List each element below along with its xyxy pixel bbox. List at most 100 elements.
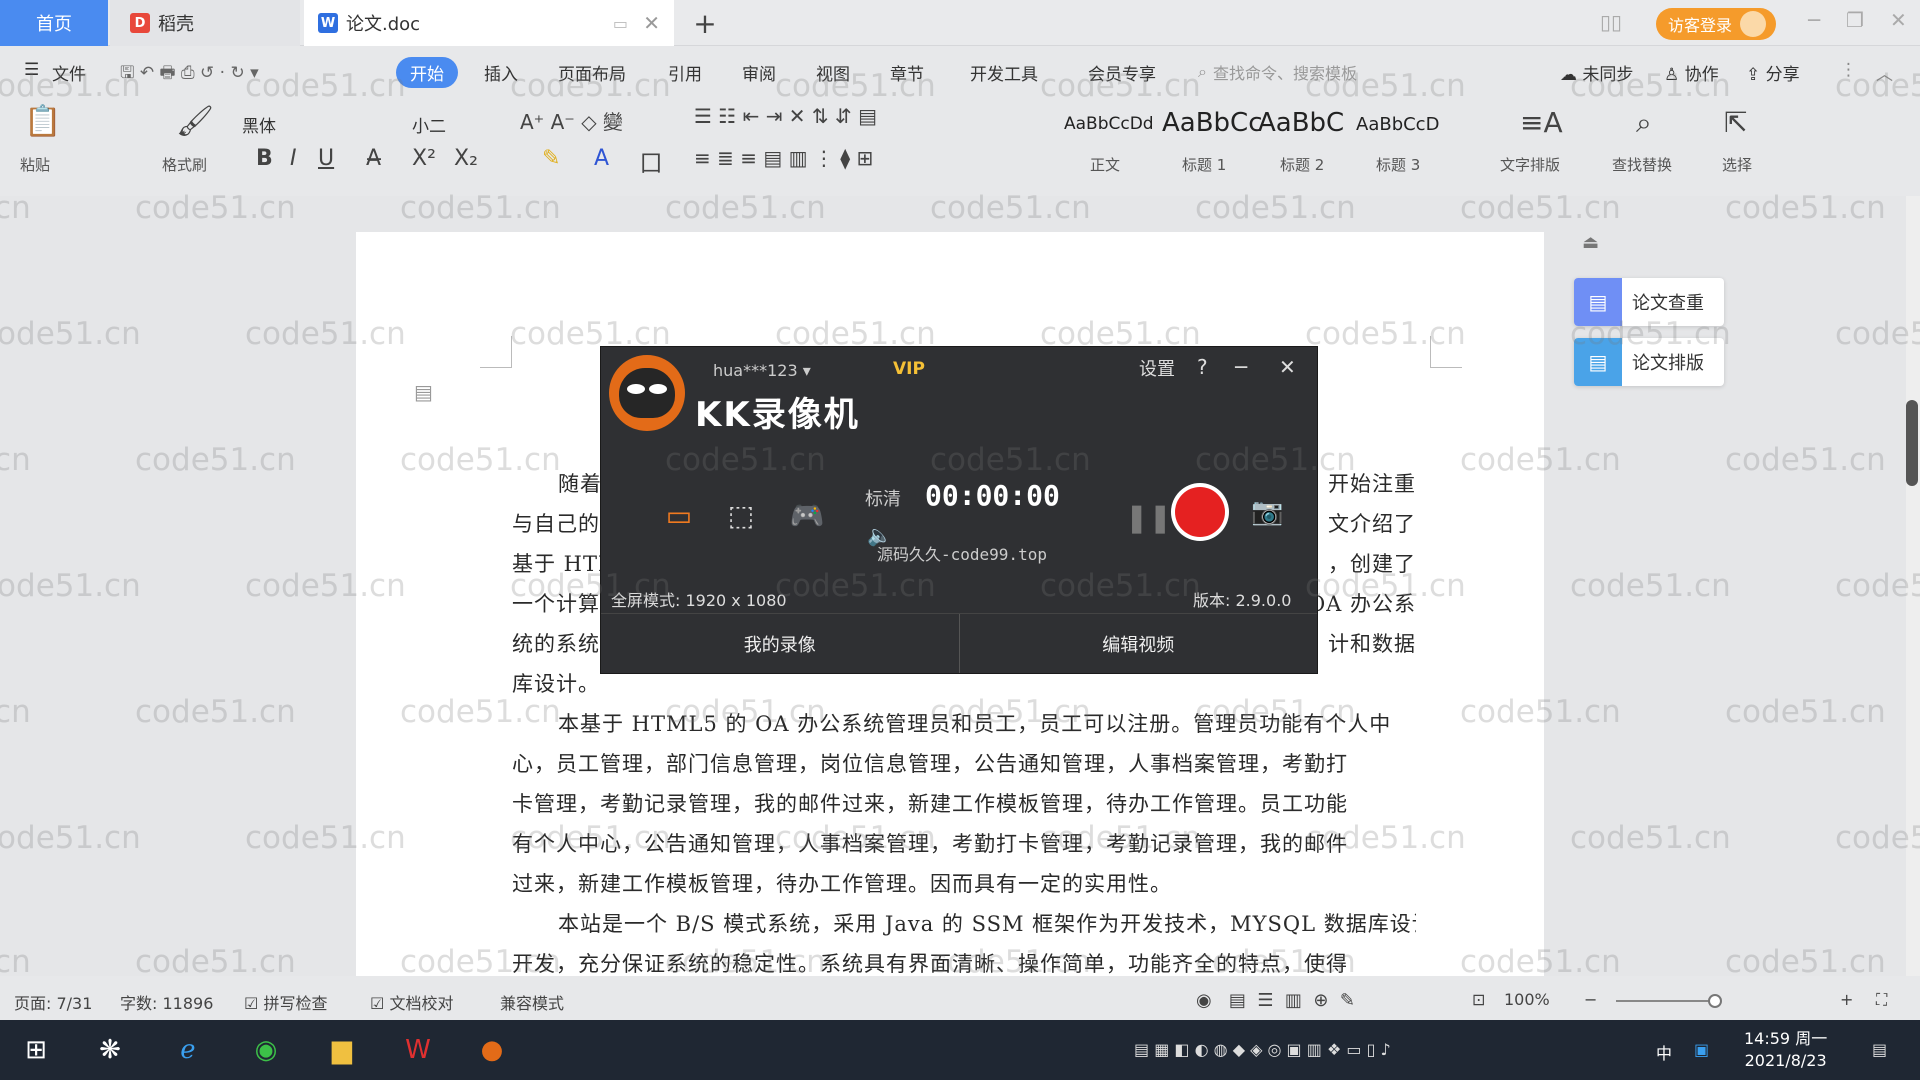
- fit-icon[interactable]: ⊡: [1472, 990, 1485, 1009]
- kk-minimize-icon[interactable]: ─: [1235, 355, 1247, 379]
- action-center-icon[interactable]: ▤: [1872, 1040, 1887, 1059]
- cloud-sync[interactable]: ☁ 未同步: [1560, 60, 1633, 85]
- tray-icons[interactable]: ▤ ▦ ◧ ◐ ◍ ◆ ◈ ◎ ▣ ▥ ❖ ▭ ▯ ♪: [1134, 1040, 1391, 1059]
- highlight-icon[interactable]: ✎: [542, 146, 560, 171]
- tab-home[interactable]: 首页: [0, 0, 108, 46]
- system-clock[interactable]: 14:59 周一 2021/8/23: [1744, 1028, 1827, 1072]
- menu-page-layout[interactable]: 页面布局: [558, 60, 626, 85]
- kk-recorder-window[interactable]: hua***123 ▾ VIP 设置 ? ─ ✕ KK录像机 ▭ ⬚ 🎮 标清 …: [600, 346, 1318, 674]
- layout-icon[interactable]: ▯▯: [1600, 10, 1622, 34]
- paste-label[interactable]: 粘贴: [20, 154, 50, 175]
- kk-help-icon[interactable]: ?: [1197, 355, 1208, 379]
- ie-icon[interactable]: ℯ: [168, 1030, 208, 1070]
- menu-file[interactable]: 文件: [52, 60, 86, 85]
- close-window-icon[interactable]: ✕: [1890, 8, 1907, 32]
- clipboard-icon[interactable]: 📋: [24, 104, 61, 139]
- menu-view[interactable]: 视图: [816, 60, 850, 85]
- restore-icon[interactable]: ❐: [1846, 8, 1864, 32]
- zoom-slider[interactable]: [1616, 1000, 1716, 1002]
- kk-settings-button[interactable]: 设置: [1139, 355, 1175, 381]
- quick-access-icons[interactable]: 🖫 ↶ 🖶 ⎙ ↺ · ↻ ▾: [120, 60, 259, 89]
- subscript-icon[interactable]: X₂: [454, 146, 478, 171]
- style-normal-preview[interactable]: AaBbCcDd: [1064, 114, 1154, 134]
- fullscreen-mode-icon[interactable]: ▭: [655, 497, 703, 533]
- thesis-check-button[interactable]: ▤ 论文查重: [1574, 278, 1724, 326]
- edit-video-button[interactable]: 编辑视频: [960, 614, 1318, 673]
- menu-review[interactable]: 审阅: [742, 60, 776, 85]
- text-tools-icon[interactable]: ≡A: [1520, 106, 1563, 139]
- collab-button[interactable]: ♙ 协作: [1664, 60, 1719, 85]
- cursor-icon[interactable]: ⇱: [1724, 106, 1747, 139]
- game-mode-icon[interactable]: 🎮: [783, 497, 831, 533]
- fullscreen-icon[interactable]: ⛶: [1876, 990, 1887, 1010]
- style-h1-preview[interactable]: AaBbCc: [1162, 108, 1263, 138]
- menu-member[interactable]: 会员专享: [1088, 60, 1156, 85]
- italic-icon[interactable]: I: [290, 146, 297, 171]
- share-button[interactable]: ⇪ 分享: [1746, 60, 1800, 85]
- 360-browser-icon[interactable]: ◉: [246, 1030, 286, 1070]
- minimize-icon[interactable]: ─: [1808, 8, 1820, 32]
- select-label[interactable]: 选择: [1722, 154, 1752, 175]
- zoom-out-icon[interactable]: −: [1584, 990, 1597, 1009]
- page-count[interactable]: 页面: 7/31: [14, 990, 92, 1014]
- find-replace-label[interactable]: 查找替换: [1612, 154, 1672, 175]
- kk-recorder-task-icon[interactable]: ●: [472, 1030, 512, 1070]
- my-videos-button[interactable]: 我的录像: [601, 614, 960, 673]
- pause-icon[interactable]: ❚❚: [1125, 501, 1172, 534]
- command-search[interactable]: ⌕ 查找命令、搜索模板: [1198, 60, 1357, 84]
- zoom-in-icon[interactable]: +: [1840, 990, 1853, 1009]
- thesis-layout-button[interactable]: ▤ 论文排版: [1574, 338, 1724, 386]
- new-tab-button[interactable]: +: [690, 0, 720, 46]
- close-tab-icon[interactable]: ✕: [643, 11, 660, 35]
- doc-check-button[interactable]: ☑ 文档校对: [370, 990, 453, 1014]
- record-button[interactable]: [1171, 483, 1229, 541]
- zoom-level[interactable]: 100%: [1504, 990, 1550, 1009]
- menu-dev-tools[interactable]: 开发工具: [970, 60, 1038, 85]
- style-h3-preview[interactable]: AaBbCcD: [1356, 114, 1439, 135]
- align-icons[interactable]: ≡ ≣ ≡ ▤ ▥ ⋮ ⧫ ⊞: [694, 146, 873, 170]
- font-grow-shrink-icons[interactable]: A⁺ A⁻ ◇ 變: [520, 106, 623, 135]
- brush-icon[interactable]: 🖌: [176, 104, 214, 139]
- vertical-scrollbar[interactable]: [1906, 196, 1920, 976]
- monitor-icon[interactable]: ▭: [613, 14, 628, 33]
- menu-references[interactable]: 引用: [668, 60, 702, 85]
- superscript-icon[interactable]: X²: [412, 146, 436, 171]
- kk-vip-badge[interactable]: VIP: [893, 359, 925, 379]
- more-icon[interactable]: ⋮: [1840, 60, 1857, 80]
- zoom-slider-handle[interactable]: [1708, 994, 1722, 1008]
- camera-icon[interactable]: 📷: [1251, 497, 1283, 527]
- font-name-select[interactable]: 黑体: [242, 112, 276, 137]
- folder-icon[interactable]: ▆: [322, 1030, 362, 1070]
- text-tools-label[interactable]: 文字排版: [1500, 154, 1560, 175]
- windows-start-icon[interactable]: ⊞: [16, 1030, 56, 1070]
- menu-insert[interactable]: 插入: [484, 60, 518, 85]
- word-count[interactable]: 字数: 11896: [120, 990, 213, 1014]
- collapse-ribbon-icon[interactable]: ︿: [1876, 60, 1893, 85]
- format-painter-label[interactable]: 格式刷: [162, 154, 207, 175]
- wps-icon[interactable]: W: [398, 1030, 438, 1070]
- region-mode-icon[interactable]: ⬚: [717, 497, 765, 533]
- bold-icon[interactable]: B: [256, 146, 273, 171]
- char-border-icon[interactable]: 囗: [640, 146, 662, 178]
- kk-close-icon[interactable]: ✕: [1279, 355, 1296, 379]
- quality-select[interactable]: 标清: [865, 485, 901, 511]
- find-icon[interactable]: ⌕: [1636, 106, 1652, 140]
- menu-chapter[interactable]: 章节: [890, 60, 924, 85]
- tab-daoke[interactable]: D 稻壳: [110, 0, 300, 46]
- ime-indicator[interactable]: 中: [1656, 1040, 1672, 1064]
- app-icon[interactable]: ❋: [90, 1030, 130, 1070]
- login-button[interactable]: 访客登录: [1656, 8, 1776, 40]
- hamburger-icon[interactable]: ☰: [24, 60, 39, 80]
- view-mode-icons[interactable]: ◉ ▤ ☰ ▥ ⊕ ✎: [1196, 990, 1355, 1011]
- strike-icon[interactable]: A̶: [366, 146, 381, 171]
- font-size-select[interactable]: 小二: [412, 112, 446, 137]
- kk-username[interactable]: hua***123 ▾: [713, 361, 811, 380]
- style-h2-preview[interactable]: AaBbC: [1258, 108, 1344, 138]
- list-icons[interactable]: ☰ ☷ ⇤ ⇥ ✕ ⇅ ⇵ ▤: [694, 104, 877, 128]
- notification-icon[interactable]: ▣: [1694, 1040, 1709, 1059]
- collapse-panel-icon[interactable]: ⏏: [1582, 232, 1599, 253]
- menu-start[interactable]: 开始: [396, 57, 458, 88]
- font-color-icon[interactable]: A: [594, 146, 609, 171]
- scrollbar-thumb[interactable]: [1906, 400, 1918, 486]
- underline-icon[interactable]: U: [318, 146, 334, 171]
